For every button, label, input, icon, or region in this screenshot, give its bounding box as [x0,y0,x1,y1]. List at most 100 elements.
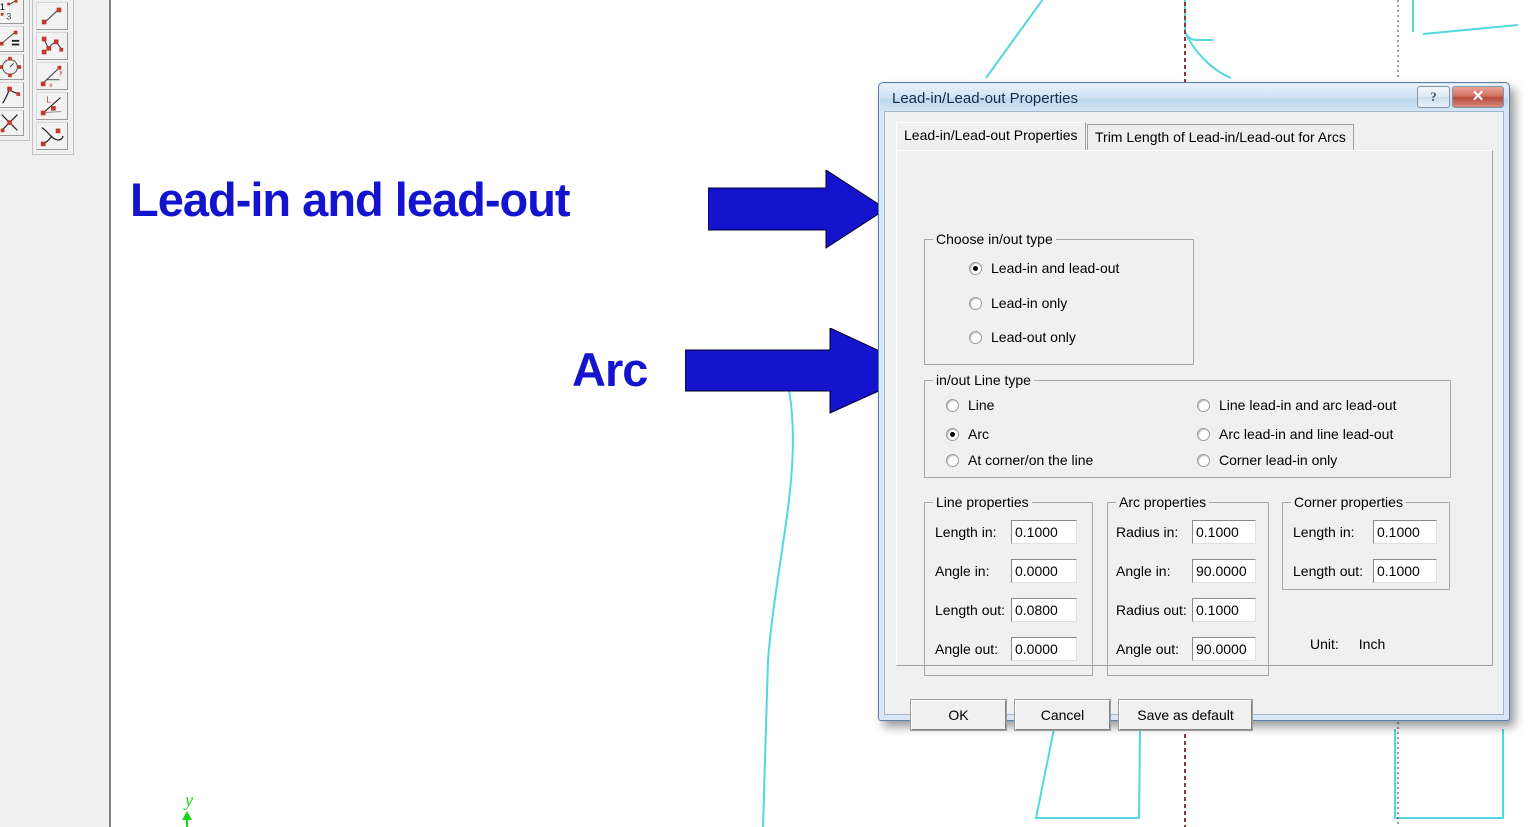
unit-value: Inch [1358,636,1386,652]
annotation-label-arc: Arc [572,343,648,396]
arc-angle-in-input[interactable]: 90.0000 [1192,559,1256,583]
tab-lead-in-lead-out-properties[interactable]: Lead-in/Lead-out Properties [896,122,1086,150]
radio-indicator [969,330,982,344]
close-icon[interactable]: ✕ [1452,86,1504,108]
line-length-in-input[interactable]: 0.1000 [1011,520,1077,544]
field-line-length-out: Length out: 0.0800 [935,598,1077,622]
radio-indicator [946,453,959,467]
cross-node-icon[interactable] [0,110,24,136]
radio-label: Lead-in only [991,295,1068,311]
angle-measure-icon[interactable]: yx [36,62,68,90]
dialog-titlebar[interactable]: Lead-in/Lead-out Properties ? ✕ [880,84,1508,114]
corner-length-in-input[interactable]: 0.1000 [1373,520,1437,544]
radio-indicator [946,398,959,412]
field-corner-length-in: Length in: 0.1000 [1293,520,1437,544]
field-arc-angle-in: Angle in: 90.0000 [1116,559,1256,583]
radio-indicator [1197,453,1210,467]
field-line-length-in: Length in: 0.1000 [935,520,1077,544]
field-label: Length in: [935,524,997,540]
radio-indicator [969,261,982,275]
field-label: Radius in: [1116,524,1179,540]
radio-arc[interactable]: Arc [946,426,989,442]
field-line-angle-in: Angle in: 0.0000 [935,559,1077,583]
toolbar-column-a: 13 [0,0,30,141]
svg-text:y: y [59,69,63,76]
tabstrip: Lead-in/Lead-out Properties Trim Length … [896,122,1491,150]
radio-indicator [946,427,959,441]
svg-text:3: 3 [6,11,11,21]
svg-text:x: x [49,82,53,89]
svg-text:L: L [46,94,51,104]
circle-nodes-icon[interactable] [0,54,24,80]
radio-label: Line [968,397,995,413]
help-icon[interactable]: ? [1417,86,1450,108]
toolbar-column-b: yx L [32,0,74,155]
axis-indicator: y [182,790,193,827]
left-toolbar-region: 13 yx L [0,0,111,827]
tab-panel: Choose in/out type Lead-in and lead-out … [896,150,1493,676]
branch-point-icon[interactable] [0,82,24,108]
field-label: Length out: [935,602,1006,618]
group-corner-properties: Corner properties Length in: 0.1000 Leng… [1282,494,1450,590]
line-angle-out-input[interactable]: 0.0000 [1011,637,1077,661]
unit-label: Unit: [1310,636,1339,652]
lead-in-lead-out-properties-dialog: Lead-in/Lead-out Properties ? ✕ Lead-in/… [878,82,1510,731]
cancel-button[interactable]: Cancel [1014,699,1111,731]
line-angle-in-input[interactable]: 0.0000 [1011,559,1077,583]
radio-label: Lead-in and lead-out [991,260,1120,276]
radio-indicator [1197,398,1210,412]
field-label: Angle out: [935,641,999,657]
arc-radius-out-input[interactable]: 0.1000 [1192,598,1256,622]
ok-button[interactable]: OK [910,699,1007,731]
radio-line[interactable]: Line [946,397,994,413]
arc-radius-in-input[interactable]: 0.1000 [1192,520,1256,544]
svg-text:1: 1 [0,2,5,12]
field-label: Angle in: [1116,563,1171,579]
field-label: Radius out: [1116,602,1187,618]
group-choose-inout-type: Choose in/out type Lead-in and lead-out … [924,231,1194,365]
radio-label: At corner/on the line [968,452,1094,468]
curve-path-icon[interactable] [36,122,68,150]
arc-angle-out-input[interactable]: 90.0000 [1192,637,1256,661]
field-label: Angle out: [1116,641,1180,657]
field-label: Length in: [1293,524,1355,540]
radio-label: Arc lead-in and line lead-out [1219,426,1394,442]
group-title-arc-properties: Arc properties [1116,494,1210,510]
radio-indicator [1197,427,1210,441]
align-numbered-icon[interactable]: 13 [0,0,24,24]
radio-label: Arc [968,426,989,442]
field-arc-angle-out: Angle out: 90.0000 [1116,637,1256,661]
radio-lead-in-only[interactable]: Lead-in only [969,295,1067,311]
group-title-inout-line-type: in/out Line type [933,372,1034,388]
radio-label: Line lead-in and arc lead-out [1219,397,1397,413]
app-window: y 13 y x L Lead-in and lead-out Arc Lead… [0,0,1534,827]
point-line-list-icon[interactable] [0,26,24,52]
annotation-arrow-1 [708,170,887,249]
group-arc-properties: Arc properties Radius in: 0.1000 Angle i… [1107,494,1269,676]
radio-arc-lead-in-and-line-lead-out[interactable]: Arc lead-in and line lead-out [1197,426,1393,442]
line-length-out-input[interactable]: 0.0800 [1011,598,1077,622]
field-arc-radius-in: Radius in: 0.1000 [1116,520,1256,544]
group-inout-line-type: in/out Line type Line Arc At corner/on t… [924,372,1451,478]
svg-text:y: y [183,790,193,810]
line-segment-icon[interactable] [36,2,68,30]
radio-lead-out-only[interactable]: Lead-out only [969,329,1076,345]
polyline-nodes-icon[interactable] [36,32,68,60]
radio-at-corner-on-the-line[interactable]: At corner/on the line [946,452,1093,468]
radio-corner-lead-in-only[interactable]: Corner lead-in only [1197,452,1337,468]
corner-length-out-input[interactable]: 0.1000 [1373,559,1437,583]
group-line-properties: Line properties Length in: 0.1000 Angle … [924,494,1093,676]
group-title-line-properties: Line properties [933,494,1032,510]
group-title-choose-inout-type: Choose in/out type [933,231,1056,247]
field-arc-radius-out: Radius out: 0.1000 [1116,598,1256,622]
radio-lead-in-and-lead-out[interactable]: Lead-in and lead-out [969,260,1119,276]
field-corner-length-out: Length out: 0.1000 [1293,559,1437,583]
radio-line-lead-in-and-arc-lead-out[interactable]: Line lead-in and arc lead-out [1197,397,1396,413]
save-as-default-button[interactable]: Save as default [1118,699,1253,731]
radio-label: Lead-out only [991,329,1076,345]
field-line-angle-out: Angle out: 0.0000 [935,637,1077,661]
field-label: Angle in: [935,563,990,579]
lead-in-lead-out-icon[interactable]: L [36,92,68,120]
tab-trim-length[interactable]: Trim Length of Lead-in/Lead-out for Arcs [1087,124,1354,150]
dialog-title: Lead-in/Lead-out Properties [892,90,1078,107]
